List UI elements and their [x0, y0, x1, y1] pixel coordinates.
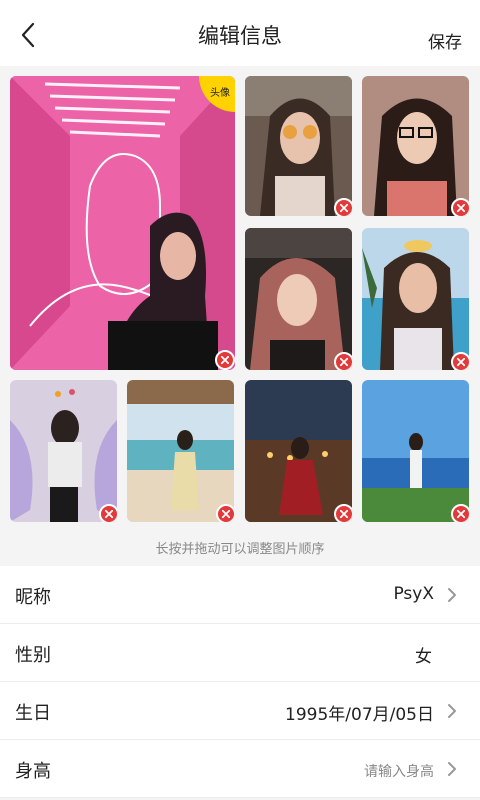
delete-photo-button[interactable]	[334, 198, 352, 216]
birthday-label: 生日	[15, 703, 51, 724]
delete-photo-button[interactable]	[451, 352, 469, 370]
close-icon	[220, 355, 230, 365]
delete-photo-button[interactable]	[99, 504, 117, 522]
photo-image	[245, 76, 352, 216]
delete-photo-button[interactable]	[334, 352, 352, 370]
chevron-right-icon	[448, 588, 456, 602]
save-button[interactable]: 保存	[428, 28, 462, 53]
close-icon	[339, 509, 349, 519]
close-icon	[339, 203, 349, 213]
photo-image	[10, 380, 117, 522]
close-icon	[456, 203, 466, 213]
delete-photo-button[interactable]	[216, 504, 234, 522]
gender-label: 性别	[15, 645, 51, 666]
photo-image	[245, 228, 352, 370]
photo-image	[127, 380, 234, 522]
photo-tile[interactable]	[362, 228, 469, 370]
height-label: 身高	[15, 761, 51, 782]
photo-tile[interactable]	[245, 380, 352, 522]
top-bar: 编辑信息 保存	[0, 0, 480, 66]
photo-grid: 头像	[0, 66, 480, 538]
photo-tile[interactable]	[362, 380, 469, 522]
close-icon	[104, 509, 114, 519]
reorder-hint: 长按并拖动可以调整图片顺序	[155, 542, 325, 557]
photo-image	[362, 228, 469, 370]
birthday-value: 1995年/07月/05日	[285, 705, 434, 725]
close-icon	[339, 357, 349, 367]
avatar-badge-label: 头像	[210, 88, 230, 99]
chevron-right-icon	[448, 704, 456, 718]
profile-fields: 昵称 PsyX 性别 女 生日 1995年/07月/05日 身高 请输入身高	[0, 566, 480, 798]
photo-tile[interactable]	[10, 380, 117, 522]
close-icon	[456, 357, 466, 367]
birthday-row[interactable]: 生日 1995年/07月/05日	[0, 682, 480, 740]
photo-image	[362, 380, 469, 522]
nickname-value: PsyX	[393, 584, 434, 604]
gender-value: 女	[415, 647, 432, 667]
gender-row: 性别 女	[0, 624, 480, 682]
height-placeholder: 请输入身高	[364, 764, 434, 780]
nickname-row[interactable]: 昵称 PsyX	[0, 566, 480, 624]
photo-tile[interactable]	[362, 76, 469, 216]
avatar-photo[interactable]: 头像	[10, 76, 235, 370]
avatar-photo-image	[10, 76, 235, 370]
photo-tile[interactable]	[245, 228, 352, 370]
page-title: 编辑信息	[198, 24, 282, 48]
delete-photo-button[interactable]	[334, 504, 352, 522]
delete-photo-button[interactable]	[451, 504, 469, 522]
close-icon	[221, 509, 231, 519]
photo-tile[interactable]	[127, 380, 234, 522]
height-row[interactable]: 身高 请输入身高	[0, 740, 480, 798]
photo-image	[362, 76, 469, 216]
photo-image	[245, 380, 352, 522]
photo-tile[interactable]	[245, 76, 352, 216]
close-icon	[456, 509, 466, 519]
nickname-label: 昵称	[15, 587, 51, 608]
delete-photo-button[interactable]	[451, 198, 469, 216]
delete-photo-button[interactable]	[215, 350, 235, 370]
chevron-right-icon	[448, 762, 456, 776]
